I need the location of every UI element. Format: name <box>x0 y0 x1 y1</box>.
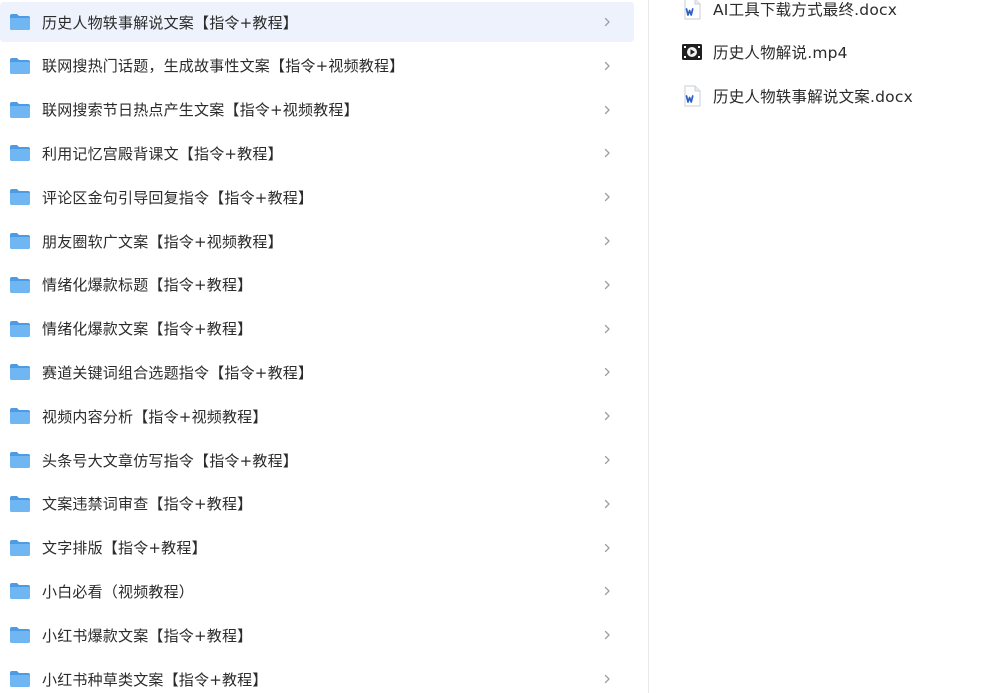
folder-icon <box>10 364 30 381</box>
folder-label: 文字排版【指令+教程】 <box>42 539 207 558</box>
chevron-right-icon <box>604 105 610 114</box>
file-row[interactable]: 历史人物轶事解说文案.docx <box>649 80 987 112</box>
folder-row[interactable]: 视频内容分析【指令+视频教程】 <box>0 396 634 436</box>
folder-pane: 历史人物轶事解说文案【指令+教程】联网搜热门话题，生成故事性文案【指令+视频教程… <box>0 0 648 693</box>
folder-icon <box>10 14 30 30</box>
folder-row[interactable]: 历史人物轶事解说文案【指令+教程】 <box>0 2 634 42</box>
folder-label: 小红书爆款文案【指令+教程】 <box>42 626 253 645</box>
video-file-icon <box>682 44 702 60</box>
folder-label: 情绪化爆款标题【指令+教程】 <box>42 276 253 295</box>
chevron-right-icon <box>604 17 610 27</box>
file-label: 历史人物轶事解说文案.docx <box>713 88 913 106</box>
folder-label: 联网搜索节日热点产生文案【指令+视频教程】 <box>42 101 359 120</box>
chevron-right-icon <box>604 631 610 640</box>
file-browser: 历史人物轶事解说文案【指令+教程】联网搜热门话题，生成故事性文案【指令+视频教程… <box>0 0 987 693</box>
folder-label: 文案违禁词审查【指令+教程】 <box>42 495 253 514</box>
folder-row[interactable]: 联网搜索节日热点产生文案【指令+视频教程】 <box>0 90 634 130</box>
chevron-right-icon <box>604 280 610 289</box>
folder-label: 小红书种草类文案【指令+教程】 <box>42 670 268 689</box>
folder-label: 联网搜热门话题，生成故事性文案【指令+视频教程】 <box>42 57 405 76</box>
file-pane: AI工具下载方式最终.docx 历史人物解说.mp4 历史人物轶事解说文案.docx <box>649 0 987 693</box>
folder-label: 评论区金句引导回复指令【指令+教程】 <box>42 188 314 207</box>
folder-label: 历史人物轶事解说文案【指令+教程】 <box>42 13 298 32</box>
chevron-right-icon <box>604 587 610 596</box>
file-row[interactable]: AI工具下载方式最终.docx <box>649 0 987 25</box>
folder-row[interactable]: 小白必看（视频教程） <box>0 571 634 611</box>
folder-row[interactable]: 文案违禁词审查【指令+教程】 <box>0 484 634 524</box>
folder-row[interactable]: 评论区金句引导回复指令【指令+教程】 <box>0 177 634 217</box>
folder-icon <box>10 145 30 162</box>
folder-row[interactable]: 利用记忆宫殿背课文【指令+教程】 <box>0 133 634 173</box>
file-row[interactable]: 历史人物解说.mp4 <box>649 36 987 68</box>
folder-row[interactable]: 情绪化爆款标题【指令+教程】 <box>0 265 634 305</box>
folder-icon <box>10 452 30 468</box>
folder-row[interactable]: 情绪化爆款文案【指令+教程】 <box>0 309 634 349</box>
folder-icon <box>10 583 30 600</box>
chevron-right-icon <box>604 412 610 421</box>
word-doc-icon <box>684 85 701 107</box>
chevron-right-icon <box>604 193 610 202</box>
file-label: AI工具下载方式最终.docx <box>713 1 898 19</box>
chevron-right-icon <box>604 499 610 508</box>
folder-icon <box>10 233 30 249</box>
word-doc-icon <box>684 0 701 20</box>
chevron-right-icon <box>604 149 610 158</box>
chevron-right-icon <box>604 61 610 70</box>
folder-row[interactable]: 朋友圈软广文案【指令+视频教程】 <box>0 221 634 261</box>
chevron-right-icon <box>604 236 610 246</box>
folder-label: 情绪化爆款文案【指令+教程】 <box>42 320 253 339</box>
folder-icon <box>10 408 30 425</box>
folder-icon <box>10 627 30 644</box>
folder-row[interactable]: 文字排版【指令+教程】 <box>0 528 634 568</box>
folder-row[interactable]: 赛道关键词组合选题指令【指令+教程】 <box>0 352 634 392</box>
folder-icon <box>10 189 30 206</box>
folder-icon <box>10 320 30 337</box>
chevron-right-icon <box>604 324 610 333</box>
folder-icon <box>10 101 30 118</box>
folder-row[interactable]: 联网搜热门话题，生成故事性文案【指令+视频教程】 <box>0 46 634 86</box>
folder-label: 视频内容分析【指令+视频教程】 <box>42 407 268 426</box>
folder-label: 头条号大文章仿写指令【指令+教程】 <box>42 451 298 470</box>
folder-row[interactable]: 小红书爆款文案【指令+教程】 <box>0 615 634 655</box>
folder-icon <box>10 671 30 687</box>
folder-icon <box>10 539 30 556</box>
chevron-right-icon <box>604 674 610 684</box>
folder-label: 朋友圈软广文案【指令+视频教程】 <box>42 232 283 251</box>
folder-label: 小白必看（视频教程） <box>42 582 195 601</box>
folder-icon <box>10 495 30 512</box>
folder-label: 利用记忆宫殿背课文【指令+教程】 <box>42 144 283 163</box>
chevron-right-icon <box>604 455 610 465</box>
file-label: 历史人物解说.mp4 <box>713 44 848 62</box>
folder-row[interactable]: 头条号大文章仿写指令【指令+教程】 <box>0 440 634 480</box>
chevron-right-icon <box>604 368 610 377</box>
folder-label: 赛道关键词组合选题指令【指令+教程】 <box>42 363 314 382</box>
folder-row[interactable]: 小红书种草类文案【指令+教程】 <box>0 659 634 693</box>
chevron-right-icon <box>604 543 610 552</box>
folder-icon <box>10 276 30 293</box>
folder-icon <box>10 57 30 74</box>
